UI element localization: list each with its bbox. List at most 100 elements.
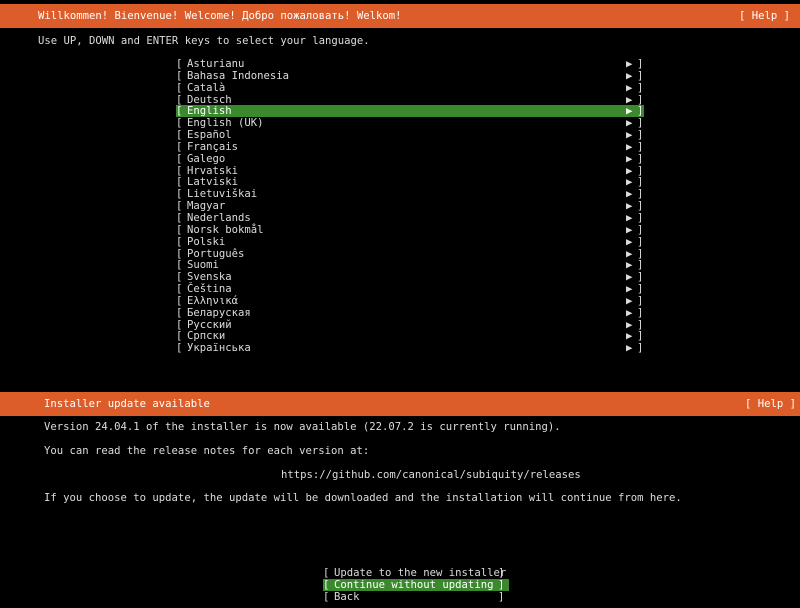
arrow-right-icon: ▶ [626, 342, 633, 355]
language-item[interactable]: [Polski ▶] [176, 236, 644, 248]
language-item[interactable]: [Latviski ▶] [176, 176, 644, 188]
bracket-left: [ [323, 567, 330, 579]
language-name: Čeština [187, 283, 232, 296]
bracket-left: [ [176, 93, 183, 106]
release-notes-text: You can read the release notes for each … [44, 445, 370, 457]
release-notes-url: https://github.com/canonical/subiquity/r… [281, 469, 581, 481]
bracket-right: ] [637, 152, 644, 165]
bracket-left: [ [176, 117, 183, 130]
bracket-right: ] [637, 164, 644, 177]
bracket-right: ] [637, 318, 644, 331]
language-name: Norsk bokmål [187, 223, 264, 236]
bracket-left: [ [176, 129, 183, 142]
arrow-right-icon: ▶ [626, 211, 633, 224]
language-name: Magyar [187, 200, 226, 213]
arrow-right-icon: ▶ [626, 69, 633, 82]
language-item[interactable]: [Bahasa Indonesia ▶] [176, 70, 644, 82]
language-name: Galego [187, 152, 226, 165]
bracket-left: [ [176, 188, 183, 201]
arrow-right-icon: ▶ [626, 283, 633, 296]
language-item[interactable]: [Ελληνικά ▶] [176, 295, 644, 307]
language-item[interactable]: [English ▶] [176, 105, 644, 117]
language-header-bar: Willkommen! Bienvenue! Welcome! Добро по… [0, 4, 800, 28]
arrow-right-icon: ▶ [626, 152, 633, 165]
bracket-right: ] [637, 200, 644, 213]
bracket-left: [ [176, 176, 183, 189]
bracket-left: [ [176, 306, 183, 319]
button-label: Back [334, 591, 360, 603]
language-item[interactable]: [English (UK) ▶] [176, 117, 644, 129]
bracket-right: ] [637, 93, 644, 106]
arrow-right-icon: ▶ [626, 129, 633, 142]
language-help-button[interactable]: [ Help ] [739, 10, 790, 22]
language-item[interactable]: [ Lietuviškai ▶] [176, 188, 644, 200]
bracket-right: ] [637, 81, 644, 94]
language-item[interactable]: [Português ▶] [176, 248, 644, 260]
language-name: Polski [187, 235, 226, 248]
language-item[interactable]: [Čeština ▶] [176, 283, 644, 295]
bracket-left: [ [176, 247, 183, 260]
language-name: Nederlands [187, 211, 251, 224]
language-name: Српски [187, 330, 226, 343]
language-name: Svenska [187, 271, 232, 284]
arrow-right-icon: ▶ [626, 105, 633, 118]
language-name: English [187, 105, 232, 118]
language-item[interactable]: [Català ▶] [176, 82, 644, 94]
bracket-right: ] [637, 129, 644, 142]
continue-without-updating-button[interactable]: [Continue without updating] [323, 579, 509, 591]
bracket-left: [ [176, 140, 183, 153]
language-item[interactable]: [Norsk bokmål ▶] [176, 224, 644, 236]
bracket-right: ] [637, 176, 644, 189]
back-button[interactable]: [Back] [323, 591, 509, 603]
bracket-right: ] [637, 330, 644, 343]
language-item[interactable]: [Русский ▶] [176, 319, 644, 331]
arrow-right-icon: ▶ [626, 330, 633, 343]
arrow-right-icon: ▶ [626, 188, 633, 201]
update-dialog-header-bar: Installer update available [ Help ] [0, 392, 800, 416]
language-item[interactable]: [Suomi ▶] [176, 259, 644, 271]
update-installer-button[interactable]: [Update to the new installer] [323, 567, 509, 579]
update-choice-text: If you choose to update, the update will… [44, 492, 682, 504]
language-item[interactable]: [Nederlands ▶] [176, 212, 644, 224]
arrow-right-icon: ▶ [626, 58, 633, 70]
bracket-left: [ [176, 211, 183, 224]
bracket-left: [ [176, 164, 183, 177]
bracket-left: [ [176, 105, 183, 118]
bracket-left: [ [176, 271, 183, 284]
language-list: [Asturianu ▶] [Bahasa Indonesia ▶] [Català ▶]… [176, 58, 644, 354]
language-item[interactable]: [Galego ▶] [176, 153, 644, 165]
bracket-right: ] [637, 342, 644, 355]
language-item[interactable]: [Svenska ▶] [176, 271, 644, 283]
arrow-right-icon: ▶ [626, 140, 633, 153]
bracket-right: ] [637, 235, 644, 248]
language-item[interactable]: [Українська ▶] [176, 342, 644, 354]
bracket-right: ] [637, 140, 644, 153]
language-item[interactable]: [Français ▶] [176, 141, 644, 153]
language-item[interactable]: [Asturianu ▶] [176, 58, 644, 70]
bracket-right: ] [637, 188, 644, 201]
language-item[interactable]: [ Español ▶] [176, 129, 644, 141]
language-name: Español [187, 129, 232, 142]
arrow-right-icon: ▶ [626, 235, 633, 248]
language-item[interactable]: [Беларуская ▶] [176, 307, 644, 319]
bracket-left: [ [176, 259, 183, 272]
bracket-left: [ [176, 81, 183, 94]
button-label: Update to the new installer [334, 567, 507, 579]
language-item[interactable]: [Magyar ▶] [176, 200, 644, 212]
bracket-left: [ [176, 69, 183, 82]
language-item[interactable]: [Hrvatski ▶] [176, 165, 644, 177]
arrow-right-icon: ▶ [626, 294, 633, 307]
language-name: Русский [187, 318, 232, 331]
arrow-right-icon: ▶ [626, 271, 633, 284]
button-label: Continue without updating [334, 579, 494, 591]
language-item[interactable]: [Deutsch ▶] [176, 94, 644, 106]
language-name: Lietuviškai [187, 188, 258, 201]
language-name: Deutsch [187, 93, 232, 106]
bracket-right: ] [637, 223, 644, 236]
language-item[interactable]: [Српски ▶] [176, 330, 644, 342]
bracket-right: ] [637, 294, 644, 307]
arrow-right-icon: ▶ [626, 81, 633, 94]
bracket-left: [ [176, 294, 183, 307]
update-help-button[interactable]: [ Help ] [745, 398, 796, 410]
language-instruction: Use UP, DOWN and ENTER keys to select yo… [38, 35, 370, 47]
